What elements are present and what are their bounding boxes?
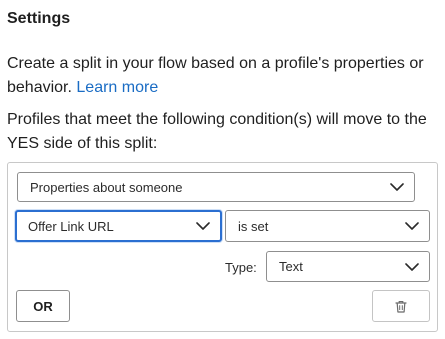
or-button[interactable]: OR [16, 290, 70, 322]
chevron-down-icon [405, 262, 419, 271]
learn-more-link[interactable]: Learn more [76, 79, 158, 96]
condition-category-value: Properties about someone [30, 179, 183, 195]
trash-icon [395, 300, 407, 313]
operator-select[interactable]: is set [225, 210, 430, 242]
type-label: Type: [225, 260, 257, 275]
description-text: Create a split in your flow based on a p… [7, 55, 424, 96]
property-select-value: Offer Link URL [28, 218, 114, 234]
condition-description: Profiles that meet the following conditi… [7, 111, 427, 152]
settings-heading: Settings [7, 10, 71, 27]
chevron-down-icon [390, 183, 404, 191]
operator-select-value: is set [238, 218, 269, 234]
type-select[interactable]: Text [266, 251, 430, 282]
condition-category-select[interactable]: Properties about someone [17, 172, 415, 202]
type-select-value: Text [279, 259, 303, 274]
chevron-down-icon [405, 222, 419, 230]
property-select[interactable]: Offer Link URL [15, 210, 222, 242]
chevron-down-icon [196, 222, 210, 230]
condition-panel: Properties about someone Offer Link URL … [7, 162, 438, 332]
delete-condition-button[interactable] [372, 290, 430, 322]
split-description: Create a split in your flow based on a p… [7, 52, 443, 100]
